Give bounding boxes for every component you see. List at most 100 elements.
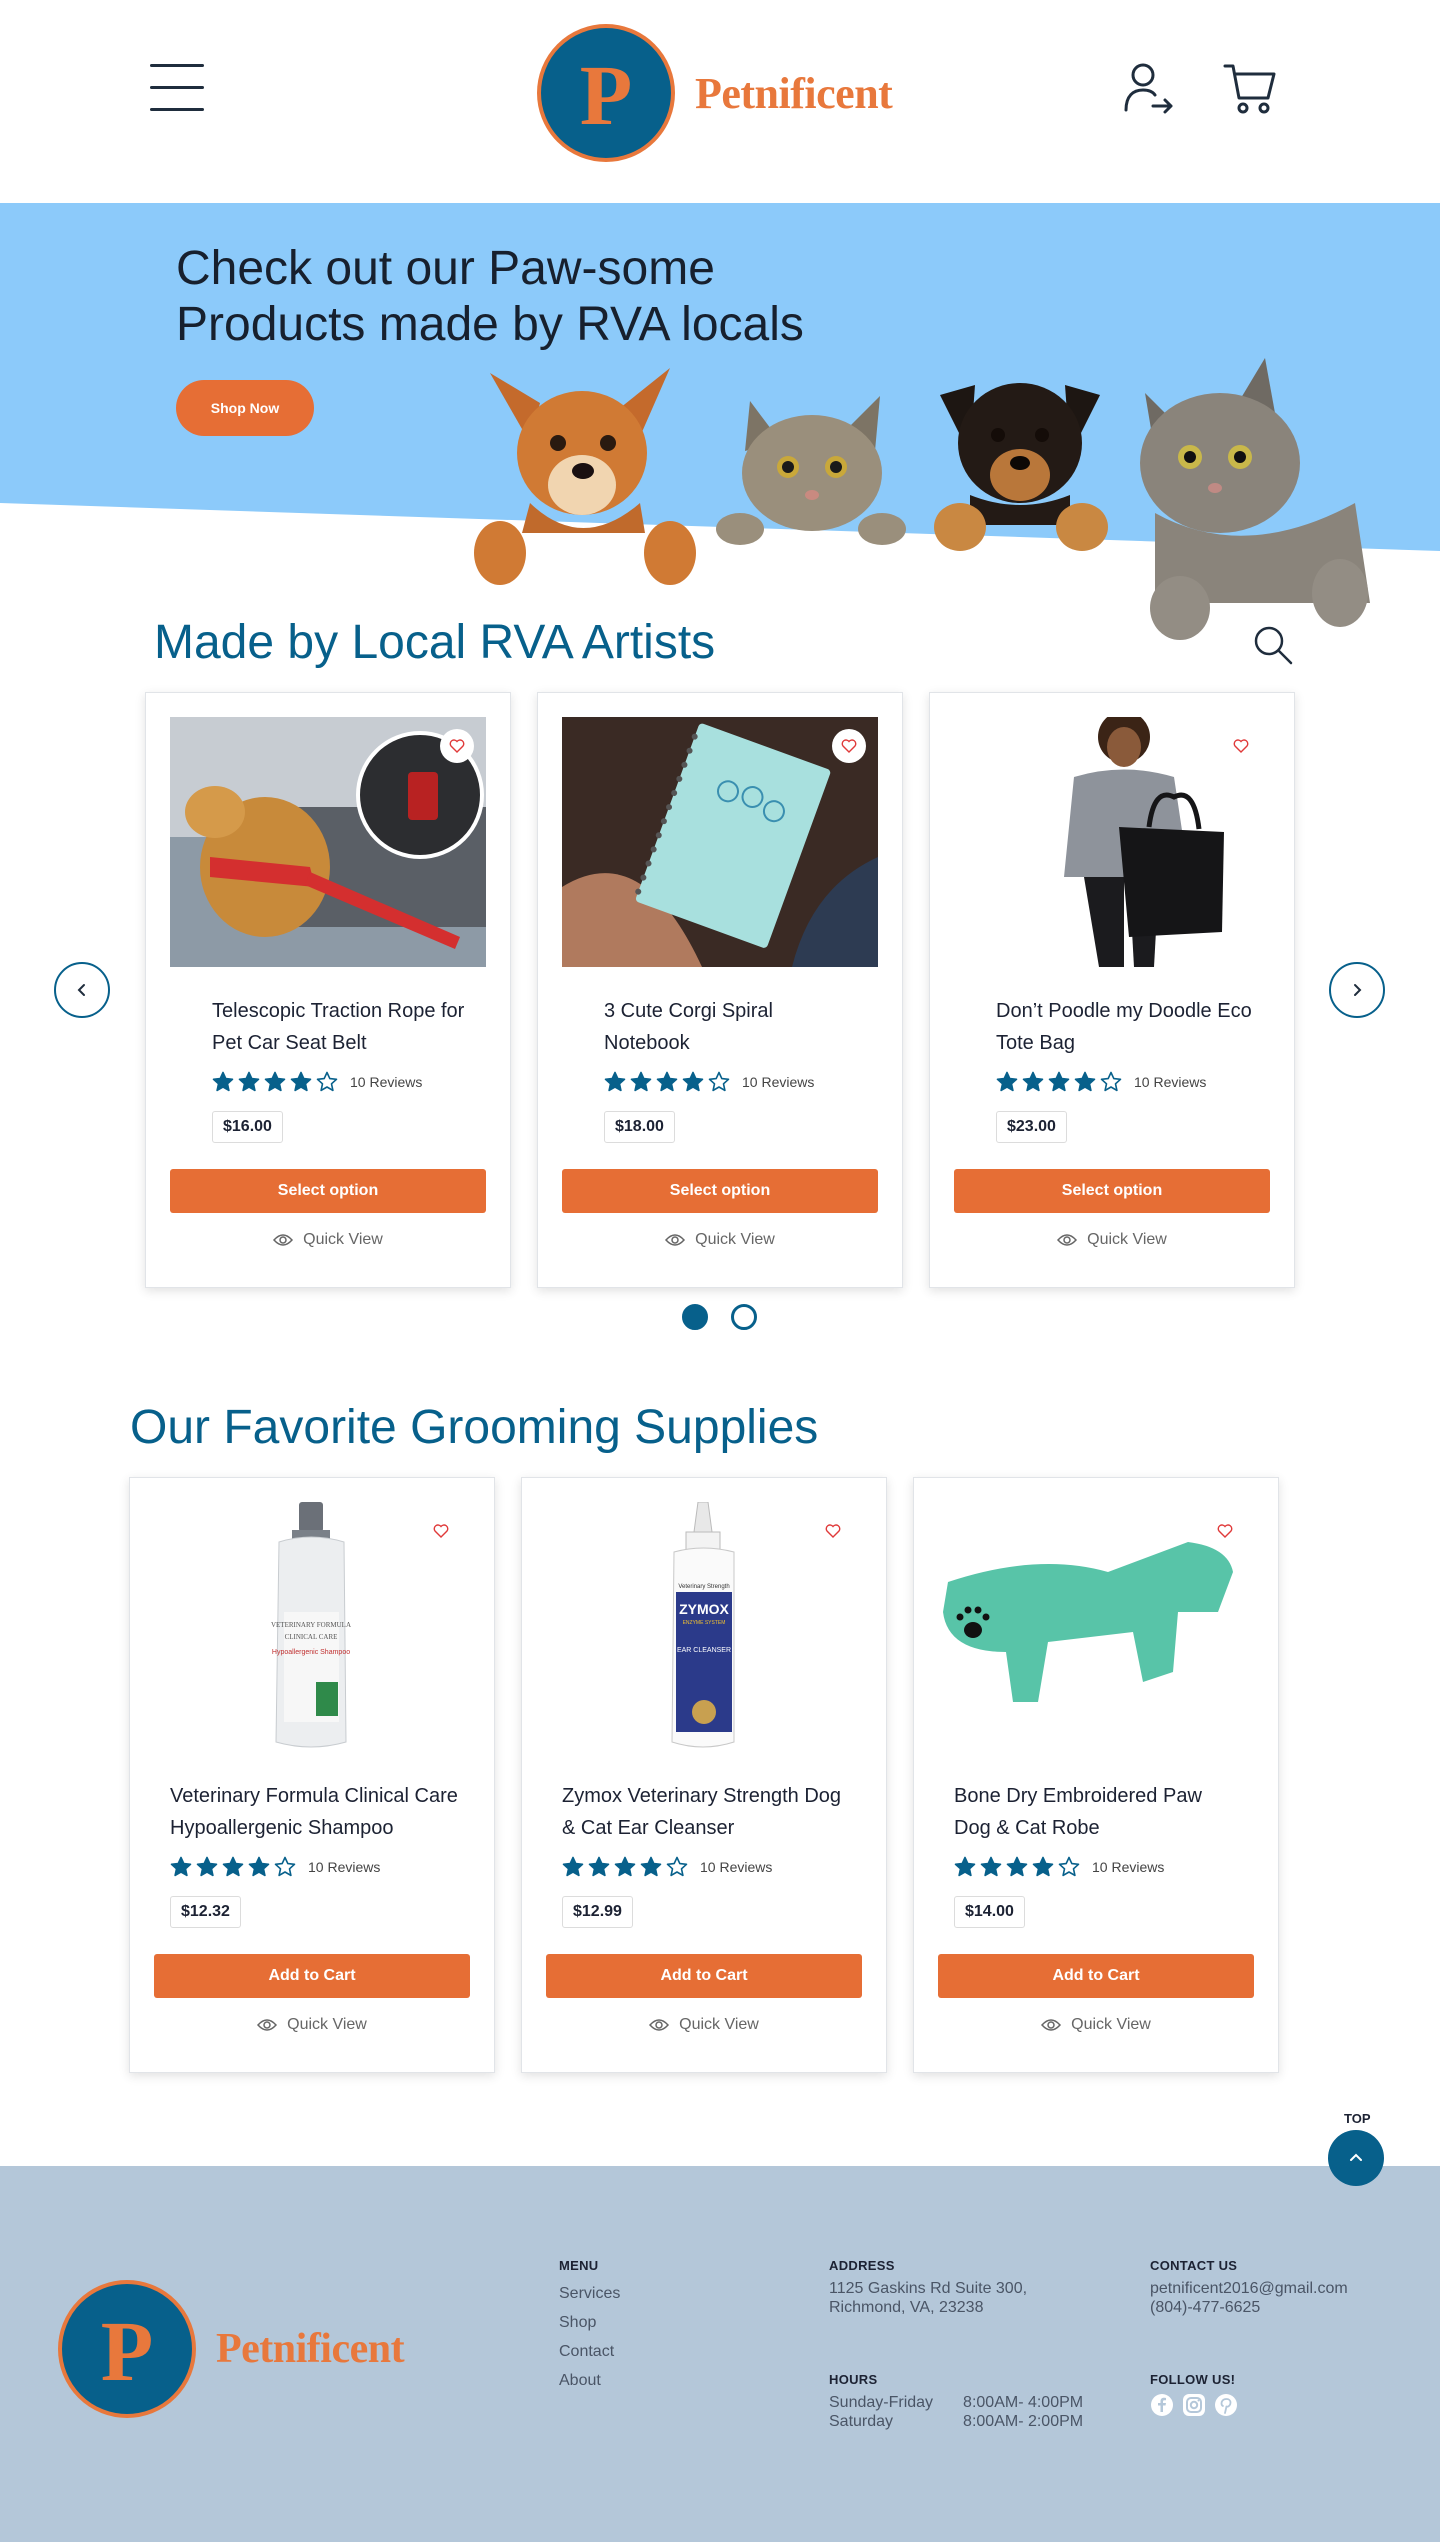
brand-logo[interactable]: P Petnificent	[537, 24, 893, 162]
product-name[interactable]: Don’t Poodle my Doodle Eco Tote Bag	[996, 995, 1256, 1059]
footer-link-contact[interactable]: Contact	[559, 2337, 620, 2366]
footer-link-about[interactable]: About	[559, 2366, 620, 2395]
star-outline-icon	[666, 1856, 688, 1877]
footer-contact: CONTACT US petnificent2016@gmail.com (80…	[1150, 2258, 1348, 2317]
select-option-button[interactable]: Select option	[562, 1169, 878, 1213]
star-outline-icon	[274, 1856, 296, 1877]
product-card[interactable]: Telescopic Traction Rope for Pet Car Sea…	[145, 692, 511, 1288]
star-filled-icon	[248, 1856, 270, 1877]
product-price: $14.00	[954, 1896, 1025, 1928]
quick-view-link[interactable]: Quick View	[930, 1231, 1294, 1249]
product-image[interactable]	[938, 1502, 1254, 1752]
product-image[interactable]: Veterinary Strength ZYMOX ENZYME SYSTEM …	[546, 1502, 862, 1752]
quick-view-link[interactable]: Quick View	[522, 2016, 886, 2034]
star-filled-icon	[264, 1071, 286, 1092]
footer-link-services[interactable]: Services	[559, 2279, 620, 2308]
wishlist-heart-icon[interactable]	[816, 1514, 850, 1548]
product-name[interactable]: Zymox Veterinary Strength Dog & Cat Ear …	[562, 1780, 842, 1844]
contact-email[interactable]: petnificent2016@gmail.com	[1150, 2279, 1348, 2298]
quick-view-link[interactable]: Quick View	[130, 2016, 494, 2034]
star-rating-icons	[954, 1856, 1084, 1878]
logo-mark: P	[537, 24, 675, 162]
quick-view-link[interactable]: Quick View	[146, 1231, 510, 1249]
product-name[interactable]: Bone Dry Embroidered Paw Dog & Cat Robe	[954, 1780, 1214, 1844]
svg-text:EAR CLEANSER: EAR CLEANSER	[677, 1647, 731, 1654]
review-count[interactable]: 10 Reviews	[1134, 1074, 1206, 1090]
review-count[interactable]: 10 Reviews	[700, 1859, 772, 1875]
back-to-top-label: TOP	[1344, 2111, 1371, 2126]
search-icon[interactable]	[1252, 624, 1294, 666]
product-card[interactable]: Veterinary Strength ZYMOX ENZYME SYSTEM …	[521, 1477, 887, 2073]
star-rating-icons	[562, 1856, 692, 1878]
product-name[interactable]: Veterinary Formula Clinical Care Hypoall…	[170, 1780, 470, 1844]
star-rating-icons	[604, 1071, 734, 1093]
instagram-icon[interactable]	[1182, 2393, 1206, 2417]
shop-now-button[interactable]: Shop Now	[176, 380, 314, 436]
shopping-cart-icon[interactable]	[1222, 60, 1278, 116]
star-outline-icon	[1058, 1856, 1080, 1877]
product-card[interactable]: Bone Dry Embroidered Paw Dog & Cat Robe …	[913, 1477, 1279, 2073]
star-filled-icon	[196, 1856, 218, 1877]
carousel-prev-button[interactable]	[54, 962, 110, 1018]
tabby-cat-image	[1140, 358, 1370, 640]
product-image[interactable]	[170, 717, 486, 967]
add-to-cart-button[interactable]: Add to Cart	[154, 1954, 470, 1998]
puppy-image	[934, 383, 1108, 551]
product-card[interactable]: Don’t Poodle my Doodle Eco Tote Bag 10 R…	[929, 692, 1295, 1288]
eye-icon	[649, 2019, 670, 2031]
wishlist-heart-icon[interactable]	[1224, 729, 1258, 763]
svg-text:ZYMOX: ZYMOX	[679, 1601, 729, 1617]
product-image[interactable]	[954, 717, 1270, 967]
facebook-icon[interactable]	[1150, 2393, 1174, 2417]
product-price: $18.00	[604, 1111, 675, 1143]
footer-social: FOLLOW US!	[1150, 2372, 1238, 2417]
star-filled-icon	[588, 1856, 610, 1877]
wishlist-heart-icon[interactable]	[424, 1514, 458, 1548]
pinterest-icon[interactable]	[1214, 2393, 1238, 2417]
star-filled-icon	[1048, 1071, 1070, 1092]
wishlist-heart-icon[interactable]	[1208, 1514, 1242, 1548]
user-login-icon[interactable]	[1121, 60, 1177, 116]
review-count[interactable]: 10 Reviews	[1092, 1859, 1164, 1875]
footer-logo[interactable]: P Petnificent	[58, 2280, 405, 2418]
chevron-up-icon	[1350, 2153, 1362, 2161]
quick-view-link[interactable]: Quick View	[914, 2016, 1278, 2034]
review-count[interactable]: 10 Reviews	[742, 1074, 814, 1090]
star-filled-icon	[1032, 1856, 1054, 1877]
quick-view-link[interactable]: Quick View	[538, 1231, 902, 1249]
product-rating: 10 Reviews	[996, 1071, 1206, 1093]
footer-link-shop[interactable]: Shop	[559, 2308, 620, 2337]
product-name[interactable]: Telescopic Traction Rope for Pet Car Sea…	[212, 995, 472, 1059]
hero-banner: Check out our Paw-some Products made by …	[0, 203, 1440, 648]
address-line: 1125 Gaskins Rd Suite 300,	[829, 2280, 1028, 2297]
select-option-button[interactable]: Select option	[954, 1169, 1270, 1213]
carousel-next-button[interactable]	[1329, 962, 1385, 1018]
carousel-dot[interactable]	[731, 1304, 757, 1330]
product-card[interactable]: VETERINARY FORMULA CLINICAL CARE Hypoall…	[129, 1477, 495, 2073]
star-filled-icon	[954, 1856, 976, 1877]
wishlist-heart-icon[interactable]	[440, 729, 474, 763]
hamburger-menu-icon[interactable]	[150, 62, 204, 112]
hours-days: Saturday	[829, 2413, 894, 2430]
contact-heading: CONTACT US	[1150, 2258, 1238, 2273]
review-count[interactable]: 10 Reviews	[350, 1074, 422, 1090]
star-rating-icons	[212, 1071, 342, 1093]
product-card[interactable]: 3 Cute Corgi Spiral Notebook 10 Reviews …	[537, 692, 903, 1288]
product-image[interactable]	[562, 717, 878, 967]
product-image[interactable]: VETERINARY FORMULA CLINICAL CARE Hypoall…	[154, 1502, 470, 1752]
eye-icon	[273, 1234, 294, 1246]
add-to-cart-button[interactable]: Add to Cart	[938, 1954, 1254, 1998]
site-header: P Petnificent	[0, 0, 1440, 203]
cat-image	[716, 396, 906, 545]
review-count[interactable]: 10 Reviews	[308, 1859, 380, 1875]
back-to-top-button[interactable]	[1328, 2130, 1384, 2186]
add-to-cart-button[interactable]: Add to Cart	[546, 1954, 862, 1998]
product-name[interactable]: 3 Cute Corgi Spiral Notebook	[604, 995, 864, 1059]
contact-phone[interactable]: (804)-477-6625	[1150, 2298, 1348, 2317]
select-option-button[interactable]: Select option	[170, 1169, 486, 1213]
star-filled-icon	[980, 1856, 1002, 1877]
star-rating-icons	[996, 1071, 1126, 1093]
wishlist-heart-icon[interactable]	[832, 729, 866, 763]
star-outline-icon	[708, 1071, 730, 1092]
carousel-dot-active[interactable]	[682, 1304, 708, 1330]
